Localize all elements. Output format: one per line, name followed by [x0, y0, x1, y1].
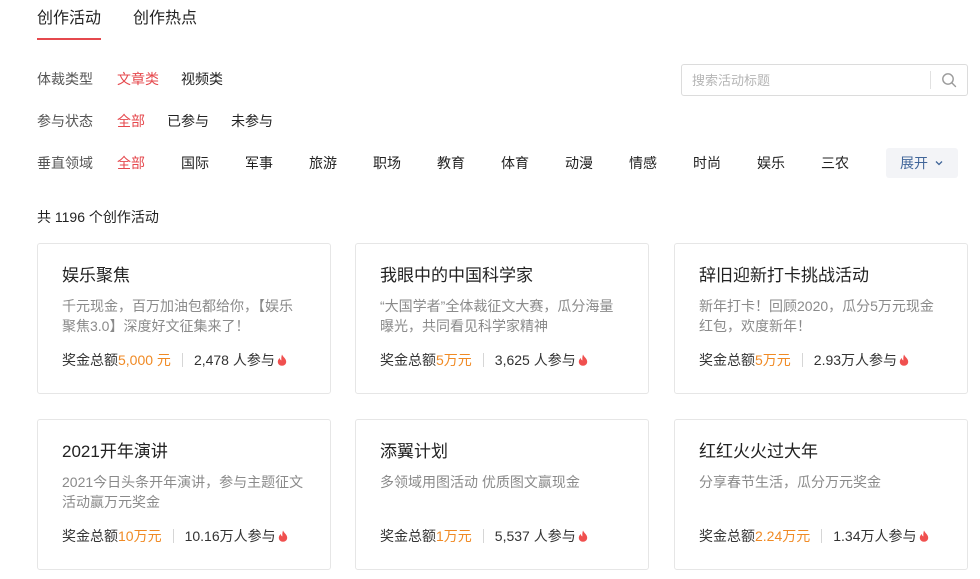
activity-card[interactable]: 添翼计划 多领域用图活动 优质图文赢现金 奖金总额 1万元 5,537 人参与	[355, 419, 649, 570]
card-title: 我眼中的中国科学家	[380, 266, 533, 285]
tab-creation-activities[interactable]: 创作活动	[37, 0, 102, 40]
footer-divider	[801, 353, 803, 367]
prize-amount: 5万元	[755, 352, 791, 368]
filter-status-label: 参与状态	[37, 113, 93, 129]
card-footer: 奖金总额 1万元 5,537 人参与	[380, 526, 588, 546]
card-description: 2021今日头条开年演讲，参与主题征文活动赢万元奖金	[62, 474, 304, 510]
card-footer: 奖金总额 5万元 3,625 人参与	[380, 350, 588, 370]
card-footer: 奖金总额 10万元 10.16万人参与	[62, 526, 288, 546]
vertical-option-emotion[interactable]: 情感	[629, 153, 693, 173]
vertical-option-sports[interactable]: 体育	[501, 153, 565, 173]
card-title: 红红火火过大年	[699, 442, 818, 461]
chevron-down-icon	[935, 161, 943, 166]
participant-count: 10.16万人参与	[184, 528, 276, 544]
prize-label: 奖金总额	[62, 528, 118, 544]
vertical-option-entertainment[interactable]: 娱乐	[757, 153, 821, 173]
footer-divider	[821, 529, 823, 543]
search-box	[681, 64, 968, 96]
card-description: 千元现金，百万加油包都给你，【娱乐聚焦3.0】深度好文征集来了！	[62, 298, 293, 334]
prize-label: 奖金总额	[380, 352, 436, 368]
activity-card[interactable]: 2021开年演讲 2021今日头条开年演讲，参与主题征文活动赢万元奖金 奖金总额…	[37, 419, 331, 570]
prize-label: 奖金总额	[380, 528, 436, 544]
fire-icon	[578, 530, 588, 542]
search-input[interactable]	[682, 65, 930, 95]
card-description: 多领域用图活动 优质图文赢现金	[380, 474, 580, 490]
prize-label: 奖金总额	[62, 352, 118, 368]
card-footer: 奖金总额 2.24万元 1.34万人参与	[699, 526, 929, 546]
vertical-option-all[interactable]: 全部	[117, 153, 181, 173]
prize-amount: 1万元	[436, 528, 472, 544]
activity-card[interactable]: 红红火火过大年 分享春节生活，瓜分万元奖金 奖金总额 2.24万元 1.34万人…	[674, 419, 968, 570]
filter-vertical-label: 垂直领域	[37, 155, 93, 171]
prize-label: 奖金总额	[699, 528, 755, 544]
prize-amount: 2.24万元	[755, 528, 811, 544]
card-footer: 奖金总额 5万元 2.93万人参与	[699, 350, 909, 370]
genre-option-video[interactable]: 视频类	[181, 69, 223, 89]
expand-button[interactable]: 展开	[886, 148, 958, 178]
tab-creation-hotspots[interactable]: 创作热点	[133, 0, 197, 40]
card-title: 添翼计划	[380, 442, 448, 461]
filter-status: 参与状态 全部 已参与 未参与	[37, 110, 295, 132]
prize-amount: 10万元	[118, 528, 162, 544]
activity-card[interactable]: 我眼中的中国科学家 “大国学者”全体裁征文大赛，瓜分海量曝光，共同看见科学家精神…	[355, 243, 649, 394]
card-title: 辞旧迎新打卡挑战活动	[699, 266, 869, 285]
fire-icon	[278, 530, 288, 542]
tab-bar: 创作活动 创作热点	[37, 0, 197, 40]
footer-divider	[172, 529, 174, 543]
fire-icon	[919, 530, 929, 542]
vertical-option-workplace[interactable]: 职场	[373, 153, 437, 173]
fire-icon	[277, 354, 287, 366]
card-description: “大国学者”全体裁征文大赛，瓜分海量曝光，共同看见科学家精神	[380, 298, 614, 334]
activity-card[interactable]: 娱乐聚焦 千元现金，百万加油包都给你，【娱乐聚焦3.0】深度好文征集来了！ 奖金…	[37, 243, 331, 394]
participant-count: 5,537 人参与	[494, 528, 576, 544]
fire-icon	[899, 354, 909, 366]
participant-count: 1.34万人参与	[833, 528, 917, 544]
vertical-option-travel[interactable]: 旅游	[309, 153, 373, 173]
filter-genre-label: 体裁类型	[37, 71, 93, 87]
vertical-option-fashion[interactable]: 时尚	[693, 153, 757, 173]
card-description: 分享春节生活，瓜分万元奖金	[699, 474, 881, 490]
search-button[interactable]	[931, 65, 967, 95]
activity-count: 共 1196 个创作活动	[37, 209, 159, 225]
expand-label: 展开	[900, 155, 928, 171]
card-title: 2021开年演讲	[62, 442, 168, 461]
participant-count: 2,478 人参与	[193, 352, 275, 368]
status-option-joined[interactable]: 已参与	[167, 111, 209, 131]
search-icon	[942, 73, 957, 88]
card-title: 娱乐聚焦	[62, 266, 130, 285]
footer-divider	[482, 529, 484, 543]
footer-divider	[181, 353, 183, 367]
participant-count: 2.93万人参与	[813, 352, 898, 368]
vertical-option-international[interactable]: 国际	[181, 153, 245, 173]
activity-card[interactable]: 辞旧迎新打卡挑战活动 新年打卡！回顾2020，瓜分5万元现金红包，欢度新年！ 奖…	[674, 243, 968, 394]
filter-vertical: 垂直领域 全部 国际 军事 旅游 职场 教育 体育 动漫 情感 时尚 娱乐 三农	[37, 152, 885, 174]
vertical-option-military[interactable]: 军事	[245, 153, 309, 173]
participant-count: 3,625 人参与	[494, 352, 576, 368]
genre-option-article[interactable]: 文章类	[117, 69, 159, 89]
filter-genre: 体裁类型 文章类 视频类	[37, 68, 245, 90]
fire-icon	[578, 354, 588, 366]
vertical-option-agriculture[interactable]: 三农	[821, 153, 885, 173]
status-option-all[interactable]: 全部	[117, 111, 145, 131]
prize-amount: 5,000 元	[118, 352, 171, 368]
status-option-not-joined[interactable]: 未参与	[231, 111, 273, 131]
prize-amount: 5万元	[436, 352, 472, 368]
prize-label: 奖金总额	[699, 352, 755, 368]
card-description: 新年打卡！回顾2020，瓜分5万元现金红包，欢度新年！	[699, 298, 934, 334]
vertical-option-anime[interactable]: 动漫	[565, 153, 629, 173]
vertical-option-education[interactable]: 教育	[437, 153, 501, 173]
card-footer: 奖金总额 5,000 元 2,478 人参与	[62, 350, 287, 370]
footer-divider	[482, 353, 484, 367]
